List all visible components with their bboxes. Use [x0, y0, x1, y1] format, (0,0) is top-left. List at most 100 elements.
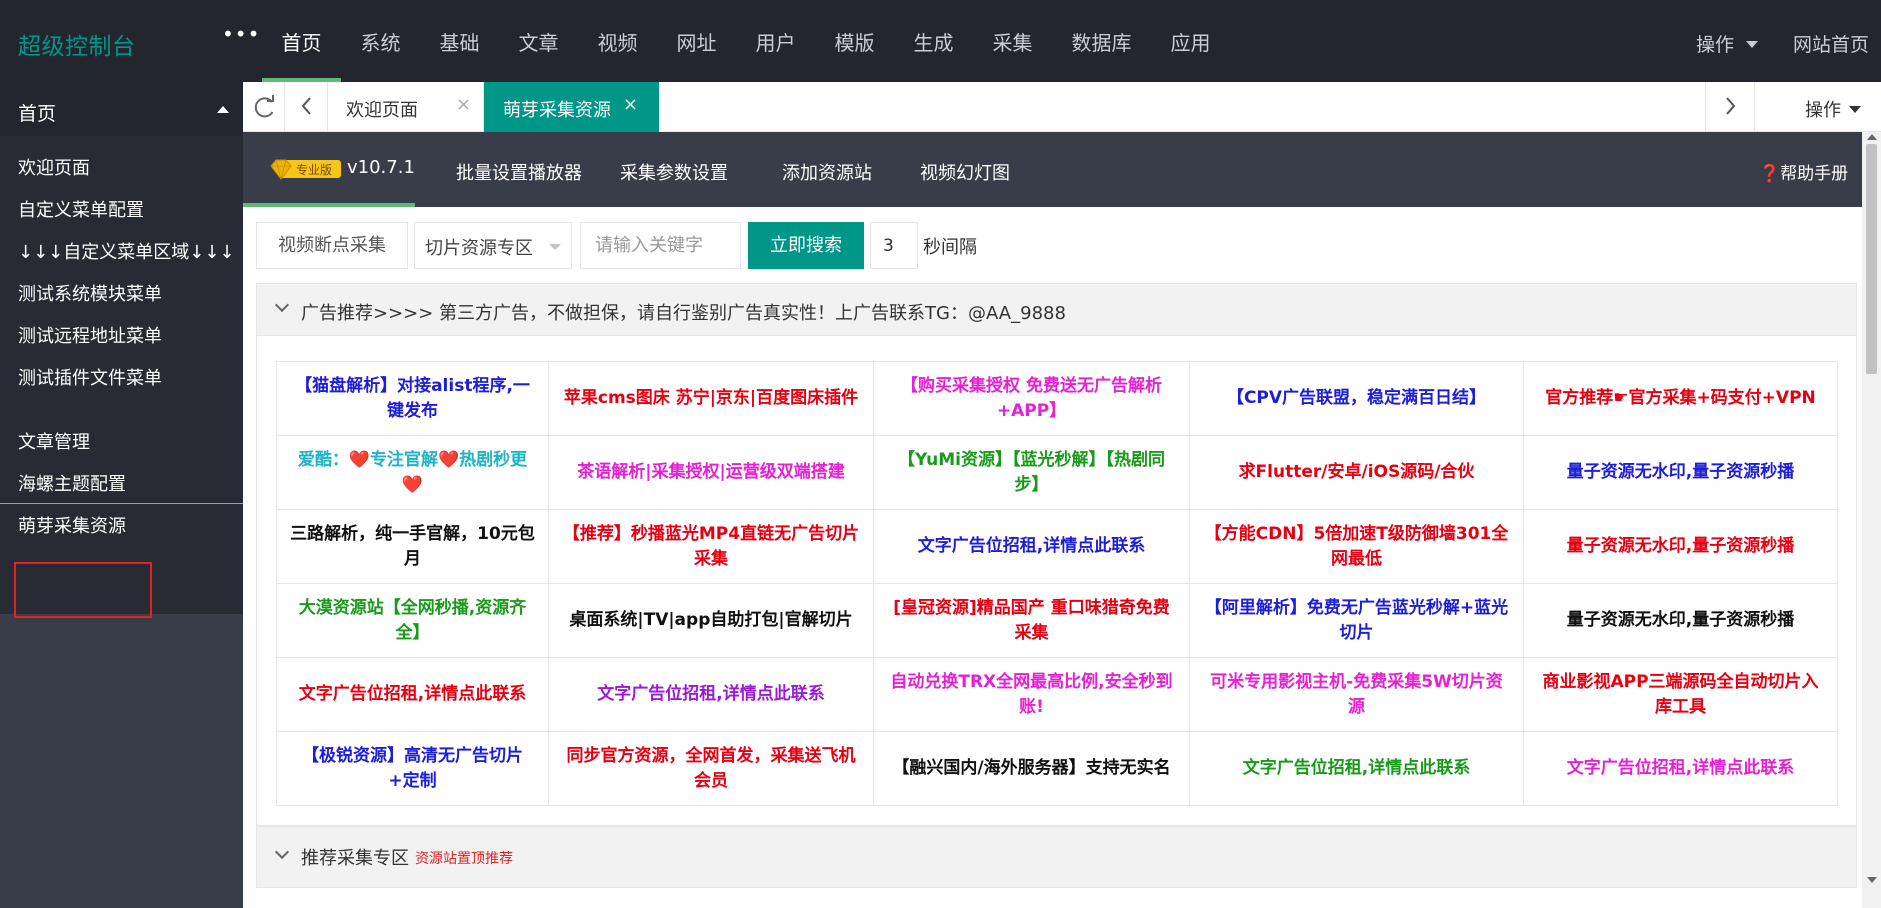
ad-link[interactable]: 自动兑换TRX全网最高比例,安全秒到账!: [873, 657, 1190, 732]
tab-welcome[interactable]: 欢迎页面 ×: [328, 82, 484, 132]
help-manual-link[interactable]: ❓帮助手册: [1759, 159, 1848, 184]
site-home-link[interactable]: 网站首页: [1793, 30, 1869, 57]
top-nav-item[interactable]: 文章: [499, 0, 578, 82]
more-menu-icon[interactable]: •••: [222, 22, 260, 46]
sidebar-group-home[interactable]: 首页: [0, 82, 243, 136]
top-nav-item[interactable]: 首页: [262, 0, 341, 82]
ad-link[interactable]: 茶语解析|采集授权|运营级双端搭建: [548, 435, 874, 510]
vertical-scrollbar[interactable]: [1862, 132, 1881, 908]
ad-link[interactable]: [皇冠资源]精品国产 重口味猎奇免费采集: [873, 583, 1190, 658]
source-category-select[interactable]: 切片资源专区: [414, 222, 572, 269]
search-now-button[interactable]: 立即搜索: [748, 222, 864, 269]
subnav-video-slides[interactable]: 视频幻灯图: [920, 159, 1010, 185]
ad-link[interactable]: 可米专用影视主机-免费采集5W切片资源: [1189, 657, 1524, 732]
ad-link[interactable]: 【融兴国内/海外服务器】支持无实名: [873, 731, 1190, 806]
top-nav-item[interactable]: 网址: [657, 0, 736, 82]
top-nav-item[interactable]: 采集: [973, 0, 1052, 82]
tab-prev-button[interactable]: [285, 82, 328, 132]
ad-link[interactable]: 爱酷：❤️专注官解❤️热剧秒更❤️: [276, 435, 549, 510]
sidebar-item-test-remote-menu[interactable]: 测试远程地址菜单: [18, 322, 162, 348]
sidebar-submenu: 欢迎页面 自定义菜单配置 ↓↓↓自定义菜单区域↓↓↓ 测试系统模块菜单 测试远程…: [0, 136, 243, 614]
top-nav-item[interactable]: 基础: [420, 0, 499, 82]
sidebar-item-welcome[interactable]: 欢迎页面: [18, 154, 90, 180]
ad-link[interactable]: 文字广告位招租,详情点此联系: [1523, 731, 1838, 806]
ad-link[interactable]: 商业影视APP三端源码全自动切片入库工具: [1523, 657, 1838, 732]
refresh-icon: [254, 95, 274, 118]
ad-link[interactable]: 三路解析，纯一手官解，10元包月: [276, 509, 549, 584]
sidebar-item-test-plugin-menu[interactable]: 测试插件文件菜单: [18, 364, 162, 390]
ad-row: 【极锐资源】高清无广告切片+定制 同步官方资源，全网首发，采集送飞机会员 【融兴国内…: [276, 731, 1838, 806]
tab-operations-menu[interactable]: 操作: [1805, 96, 1861, 122]
subnav-batch-player[interactable]: 批量设置播放器: [456, 159, 582, 185]
app-logo[interactable]: 超级控制台: [18, 27, 136, 61]
select-value: 切片资源专区: [425, 238, 533, 259]
ad-link[interactable]: 苹果cms图床 苏宁|京东|百度图床插件: [548, 361, 874, 436]
scroll-down-arrow-icon[interactable]: [1867, 877, 1877, 883]
ad-link[interactable]: 桌面系统|TV|app自助打包|官解切片: [548, 583, 874, 658]
tab-mengya-collect[interactable]: 萌芽采集资源 ×: [484, 82, 659, 132]
ad-link[interactable]: 【极锐资源】高清无广告切片+定制: [276, 731, 549, 806]
sidebar-item-conch-theme[interactable]: 海螺主题配置: [18, 470, 126, 496]
sidebar-item-mengya-collect[interactable]: 萌芽采集资源: [18, 512, 126, 538]
interval-seconds-input[interactable]: [870, 222, 918, 269]
tab-bar: 欢迎页面 × 萌芽采集资源 × 操作: [243, 82, 1881, 132]
ad-link[interactable]: 【购买采集授权 免费送无广告解析+APP】: [873, 361, 1190, 436]
sidebar-item-article-manage[interactable]: 文章管理: [18, 428, 90, 454]
top-nav-item[interactable]: 系统: [341, 0, 420, 82]
ad-link[interactable]: 文字广告位招租,详情点此联系: [1189, 731, 1524, 806]
sidebar-item-custom-menu-config[interactable]: 自定义菜单配置: [18, 196, 144, 222]
ad-link[interactable]: 求Flutter/安卓/iOS源码/合伙: [1189, 435, 1524, 510]
ad-link[interactable]: 文字广告位招租,详情点此联系: [873, 509, 1190, 584]
top-nav-item[interactable]: 数据库: [1052, 0, 1151, 82]
subnav-collect-params[interactable]: 采集参数设置: [620, 159, 728, 185]
version-tab[interactable]: 专业版 v10.7.1: [243, 132, 415, 207]
chevron-down-icon: [274, 844, 290, 860]
operations-menu[interactable]: 操作: [1696, 30, 1759, 57]
ad-link[interactable]: 【推荐】秒播蓝光MP4直链无广告切片采集: [548, 509, 874, 584]
top-nav: 首页 系统 基础 文章 视频 网址 用户 模版 生成 采集 数据库 应用: [262, 0, 1230, 82]
ad-link[interactable]: 【方能CDN】5倍加速T级防御墙301全网最低: [1189, 509, 1524, 584]
caret-down-icon: [1849, 106, 1861, 113]
refresh-button[interactable]: [243, 82, 285, 132]
chevron-down-icon: [274, 297, 290, 313]
interval-label: 秒间隔: [923, 237, 977, 258]
ad-link[interactable]: 大漠资源站【全网秒播,资源齐全】: [276, 583, 549, 658]
close-icon[interactable]: ×: [623, 94, 638, 115]
ad-link[interactable]: 官方推荐☛官方采集+码支付+VPN: [1523, 361, 1838, 436]
subnav-add-source[interactable]: 添加资源站: [782, 159, 872, 185]
ad-link[interactable]: 【YuMi资源】【蓝光秒解】【热剧同步】: [873, 435, 1190, 510]
version-label: v10.7.1: [347, 157, 415, 178]
tab-next-button[interactable]: [1705, 82, 1755, 132]
sidebar-item-custom-menu-area[interactable]: ↓↓↓自定义菜单区域↓↓↓: [18, 238, 235, 264]
close-icon[interactable]: ×: [456, 94, 471, 115]
caret-up-icon: [217, 106, 229, 113]
top-nav-item[interactable]: 用户: [736, 0, 815, 82]
ad-link[interactable]: 文字广告位招租,详情点此联系: [548, 657, 874, 732]
ad-link[interactable]: 文字广告位招租,详情点此联系: [276, 657, 549, 732]
ad-link[interactable]: 量子资源无水印,量子资源秒播: [1523, 583, 1838, 658]
scrollbar-thumb[interactable]: [1866, 144, 1877, 374]
tab-label: 欢迎页面: [346, 100, 418, 121]
ad-link[interactable]: 量子资源无水印,量子资源秒播: [1523, 509, 1838, 584]
top-nav-item[interactable]: 生成: [894, 0, 973, 82]
chevron-left-icon: [301, 97, 311, 115]
video-breakpoint-collect-button[interactable]: 视频断点采集: [256, 222, 408, 269]
sidebar-item-test-system-menu[interactable]: 测试系统模块菜单: [18, 280, 162, 306]
caret-down-icon: [1746, 41, 1759, 48]
ad-panel-header[interactable]: 广告推荐>>>> 第三方广告，不做担保，请自行鉴别广告真实性！上广告联系TG：@…: [257, 284, 1856, 336]
chevron-right-icon: [1726, 97, 1736, 115]
ad-link[interactable]: 【CPV广告联盟，稳定满百日结】: [1189, 361, 1524, 436]
top-nav-item[interactable]: 模版: [815, 0, 894, 82]
ad-link[interactable]: 量子资源无水印,量子资源秒播: [1523, 435, 1838, 510]
top-nav-item[interactable]: 视频: [578, 0, 657, 82]
top-nav-item[interactable]: 应用: [1151, 0, 1230, 82]
plugin-subnav: 专业版 v10.7.1 批量设置播放器 采集参数设置 添加资源站 视频幻灯图 ❓…: [243, 132, 1862, 207]
ad-link[interactable]: 【猫盘解析】对接alist程序,一键发布: [276, 361, 549, 436]
scroll-up-arrow-icon[interactable]: [1867, 134, 1877, 140]
ad-link[interactable]: 同步官方资源，全网首发，采集送飞机会员: [548, 731, 874, 806]
keyword-search-input[interactable]: [580, 222, 741, 269]
ad-link[interactable]: 【阿里解析】免费无广告蓝光秒解+蓝光切片: [1189, 583, 1524, 658]
recommend-collect-panel[interactable]: 推荐采集专区 资源站置顶推荐: [256, 826, 1857, 888]
ad-row: 爱酷：❤️专注官解❤️热剧秒更❤️ 茶语解析|采集授权|运营级双端搭建 【YuMi资…: [276, 435, 1838, 510]
recommend-panel-title: 推荐采集专区: [301, 848, 409, 869]
